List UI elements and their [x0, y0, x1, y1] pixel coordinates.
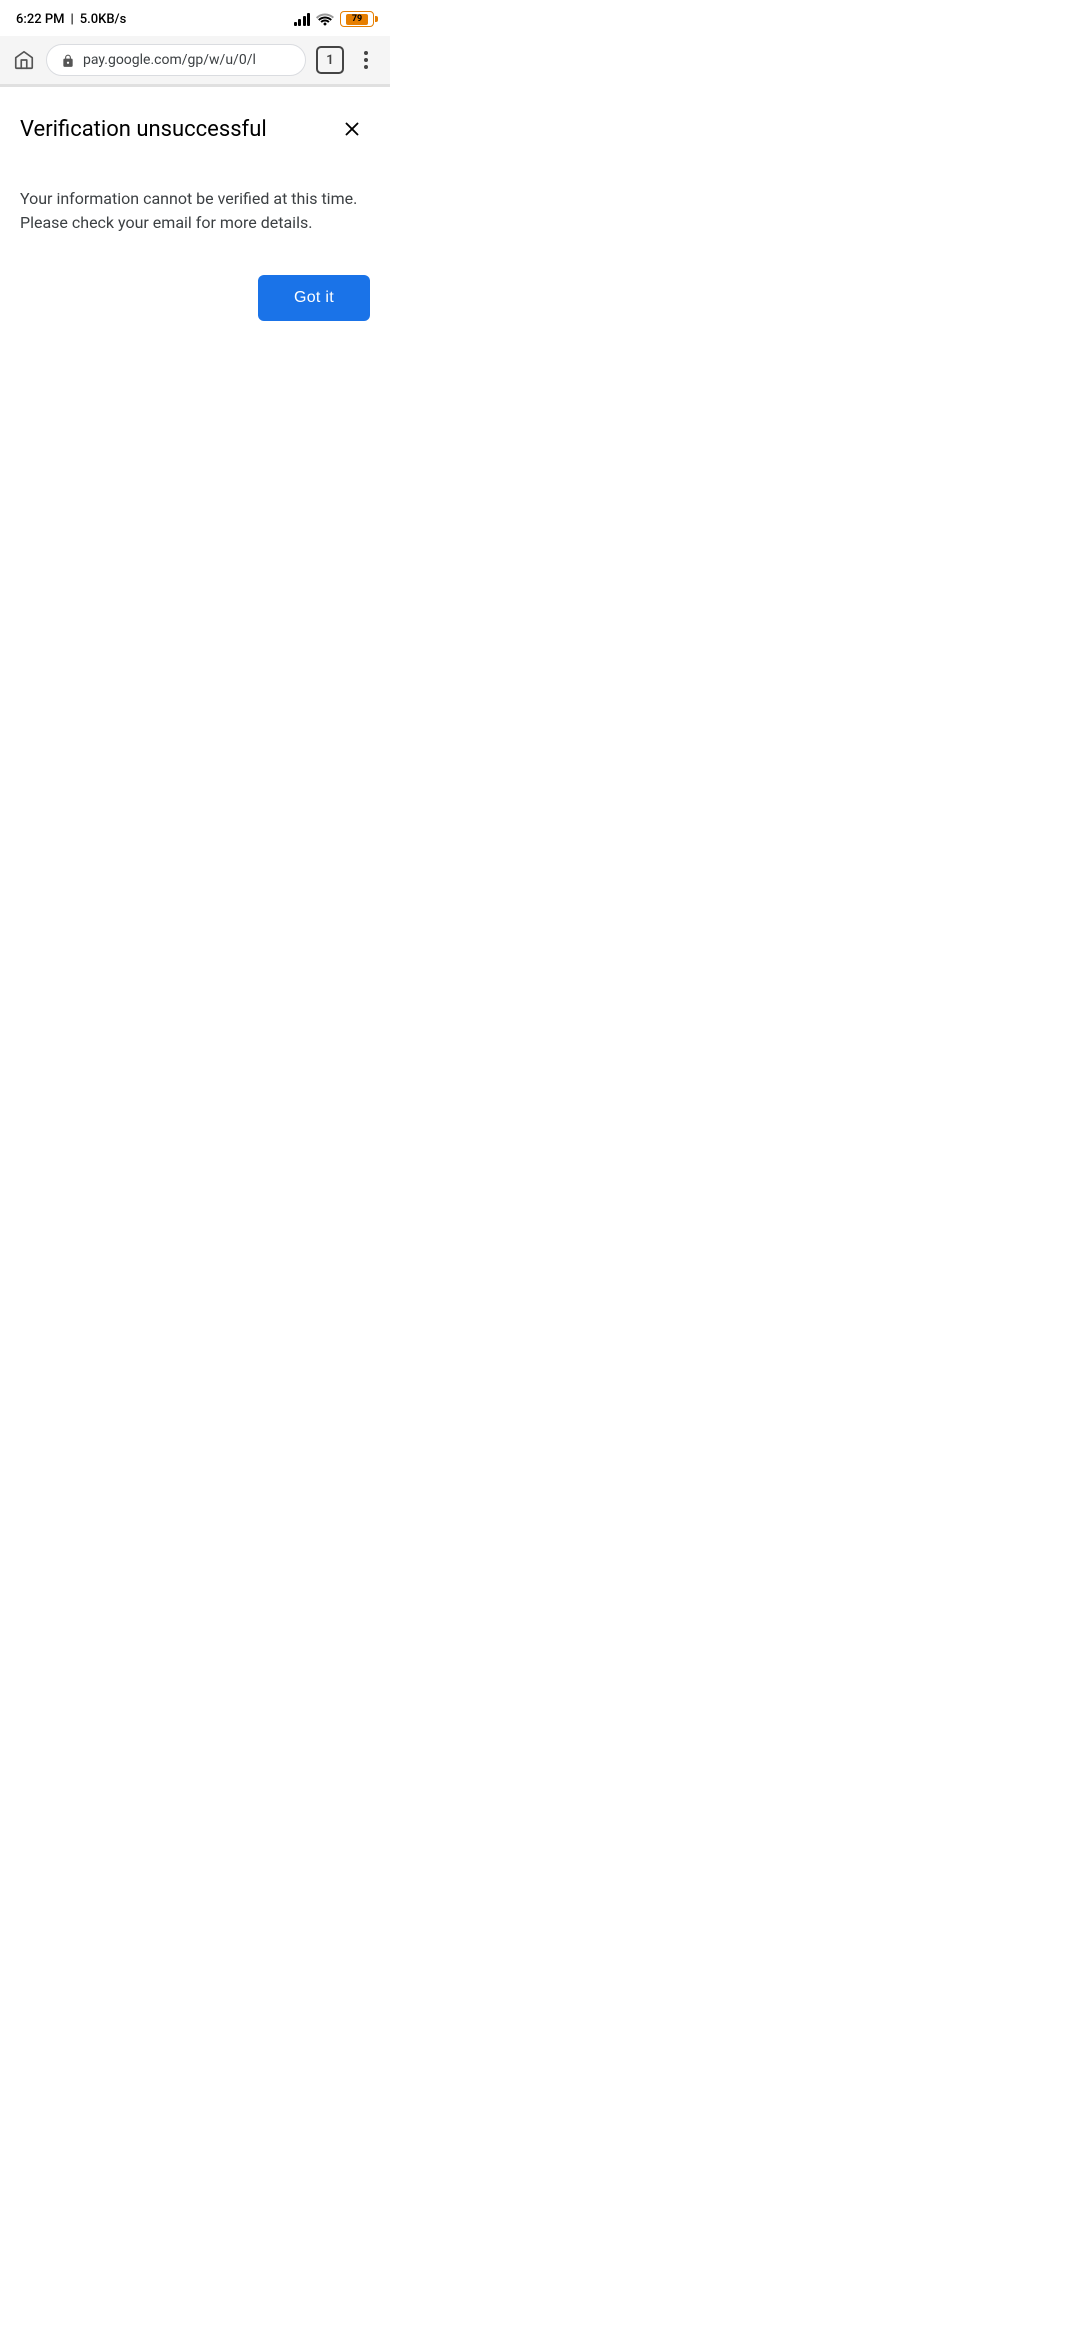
close-button[interactable] — [334, 111, 370, 147]
home-icon[interactable] — [12, 48, 36, 72]
address-bar[interactable]: pay.google.com/gp/w/u/0/l — [46, 44, 306, 76]
page-title: Verification unsuccessful — [20, 117, 267, 142]
signal-bar-1 — [294, 22, 297, 26]
verification-header: Verification unsuccessful — [20, 111, 370, 147]
time-display: 6:22 PM — [16, 12, 65, 27]
dot-3 — [364, 65, 368, 69]
lock-icon — [61, 53, 75, 67]
verification-message: Your information cannot be verified at t… — [20, 187, 370, 235]
verification-area: Verification unsuccessful Your informati… — [0, 87, 390, 341]
tab-count[interactable]: 1 — [316, 46, 344, 74]
page-content: Verification unsuccessful Your informati… — [0, 87, 390, 341]
dot-1 — [364, 51, 368, 55]
battery-icon: 79 — [340, 11, 374, 27]
browser-chrome: pay.google.com/gp/w/u/0/l 1 — [0, 36, 390, 85]
signal-bar-3 — [303, 16, 306, 26]
url-text: pay.google.com/gp/w/u/0/l — [83, 52, 256, 68]
status-bar: 6:22 PM | 5.0KB/s 79 — [0, 0, 390, 36]
status-left: 6:22 PM | 5.0KB/s — [16, 12, 126, 27]
vertical-dots — [364, 51, 368, 69]
status-right: 79 — [294, 11, 375, 27]
button-row: Got it — [20, 275, 370, 321]
dot-2 — [364, 58, 368, 62]
battery-level: 79 — [352, 14, 362, 24]
signal-bar-4 — [307, 13, 310, 26]
wifi-icon — [316, 12, 334, 26]
more-options-icon[interactable] — [354, 48, 378, 72]
signal-bar-2 — [298, 19, 301, 26]
got-it-button[interactable]: Got it — [258, 275, 370, 321]
separator: | — [71, 12, 74, 27]
network-speed: 5.0KB/s — [80, 12, 127, 27]
signal-icon — [294, 12, 311, 26]
